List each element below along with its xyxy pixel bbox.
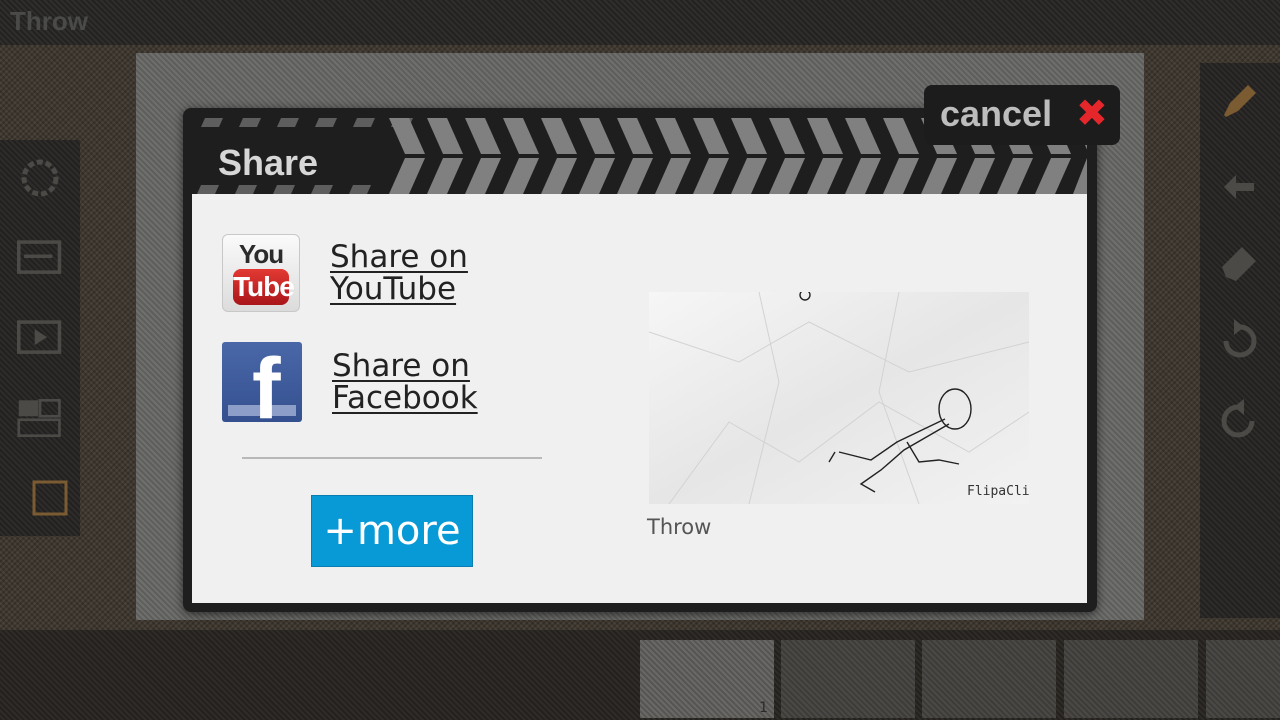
pencil-icon[interactable] [1216,77,1262,123]
left-toolbar [0,140,80,536]
dialog-body: You Tube Share on YouTube f Share on Fac… [192,194,1087,603]
youtube-icon-you: You [238,239,284,269]
cancel-button[interactable]: cancel ✖ [924,85,1120,145]
animation-preview[interactable]: FlipaClip [648,289,1038,505]
play-frame-icon[interactable] [17,315,63,361]
share-dialog: Share You Tube Share on YouTube f Share … [183,108,1097,612]
facebook-icon[interactable]: f [222,342,302,422]
frame-thumbnail[interactable] [781,640,915,718]
dialog-title: Share [218,142,319,183]
hand-icon[interactable] [1216,157,1262,203]
project-title: Throw [10,6,88,36]
share-facebook-line1: Share on [332,348,470,384]
divider [242,457,542,459]
frame-thumbnail[interactable] [922,640,1056,718]
frame-thumbnail[interactable]: 1 [640,640,774,718]
share-facebook-line2: Facebook [332,380,478,416]
background-frame-icon[interactable] [27,475,73,521]
cancel-label: cancel [940,93,1053,134]
share-facebook-link[interactable]: Share on Facebook [332,350,478,414]
layers-icon[interactable] [17,235,63,281]
youtube-icon[interactable]: You Tube [222,234,300,312]
frame-number: 1 [759,700,768,716]
flipaclip-watermark: FlipaClip [967,484,1029,499]
preview-drawing: FlipaClip [648,289,1038,505]
share-facebook-row[interactable]: f Share on Facebook [222,342,478,422]
share-youtube-line1: Share on [330,239,468,275]
settings-ring-icon[interactable] [17,155,63,201]
right-toolbar [1200,63,1280,618]
undo-icon[interactable] [1216,317,1262,363]
frame-thumbnail[interactable] [1064,640,1198,718]
eraser-icon[interactable] [1216,237,1262,283]
youtube-icon-tube: Tube [233,269,295,305]
close-x-icon[interactable]: ✖ [1076,91,1108,135]
facebook-icon-letter: f [252,342,281,422]
more-share-button[interactable]: +more [311,495,473,567]
share-youtube-link[interactable]: Share on YouTube [330,241,468,305]
redo-icon[interactable] [1216,397,1262,443]
frame-thumbnail[interactable] [1206,640,1280,718]
preview-caption: Throw [647,515,712,539]
top-bar: Throw [0,0,1280,45]
share-youtube-row[interactable]: You Tube Share on YouTube [222,234,468,312]
share-youtube-line2: YouTube [330,271,457,307]
onion-skin-icon[interactable] [17,395,63,441]
